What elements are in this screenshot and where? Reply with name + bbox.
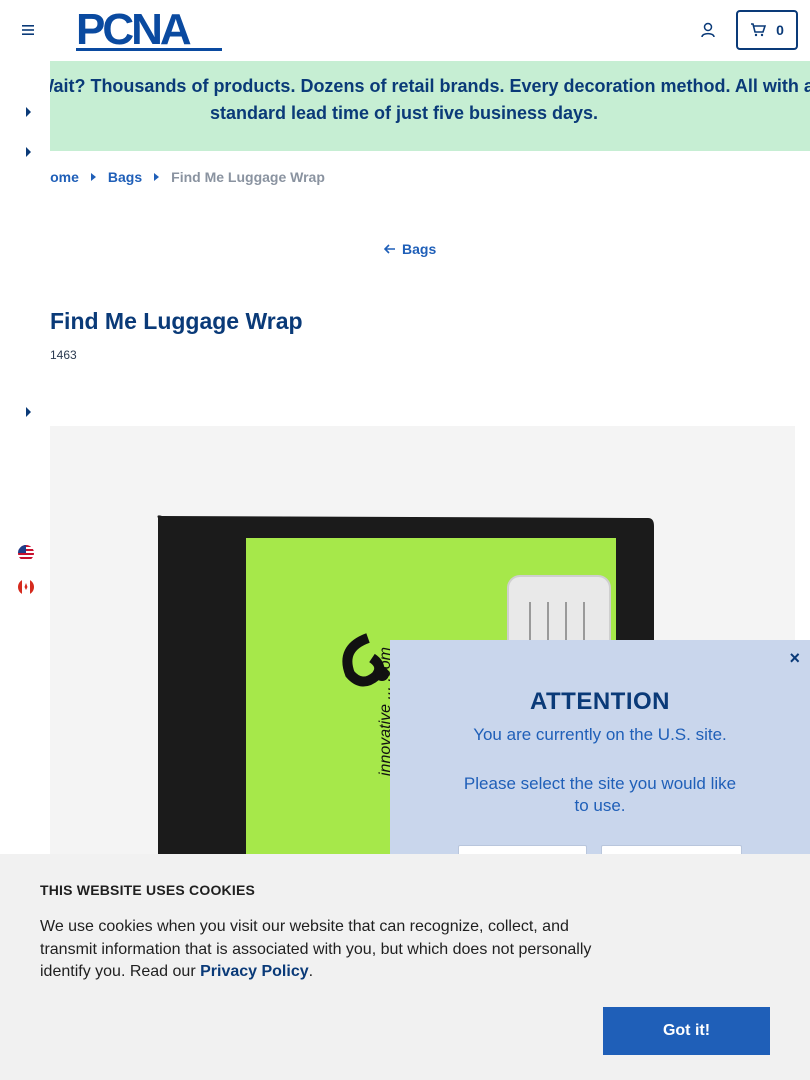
back-arrow-icon (384, 244, 395, 254)
cart-count: 0 (776, 22, 784, 38)
cart-icon (751, 23, 767, 37)
product-sku: 1463 (50, 348, 77, 362)
cart-button[interactable]: 0 (736, 10, 798, 50)
cookie-period: . (308, 963, 314, 980)
cookie-banner: THIS WEBSITE USES COOKIES We use cookies… (0, 854, 810, 1080)
promo-text: Why Wait? Thousands of products. Dozens … (0, 76, 810, 123)
rail-expand-icon[interactable] (26, 407, 31, 417)
us-flag-icon[interactable] (18, 545, 34, 561)
breadcrumb: Home Bags Find Me Luggage Wrap (40, 169, 325, 185)
pcna-logo[interactable]: PCNA (76, 5, 222, 54)
privacy-policy-link[interactable]: Privacy Policy (200, 963, 309, 980)
breadcrumb-separator-icon (154, 173, 160, 181)
account-icon[interactable] (699, 21, 717, 39)
cookie-text: We use cookies when you visit our websit… (40, 916, 610, 984)
site-selection-modal: × ATTENTION You are currently on the U.S… (390, 640, 810, 885)
rail-expand-icon[interactable] (26, 107, 31, 117)
cookie-title: THIS WEBSITE USES COOKIES (40, 882, 256, 898)
breadcrumb-separator-icon (90, 173, 96, 181)
logo-underline (76, 48, 222, 51)
breadcrumb-current: Find Me Luggage Wrap (171, 169, 325, 185)
product-title: Find Me Luggage Wrap (50, 308, 303, 334)
modal-title: ATTENTION (529, 688, 671, 715)
back-link-label: Bags (402, 241, 437, 257)
canada-flag-icon[interactable] (18, 579, 34, 595)
back-to-bags-link[interactable]: Bags (384, 241, 436, 257)
accept-cookies-button[interactable]: Got it! (603, 1007, 770, 1055)
breadcrumb-bags[interactable]: Bags (108, 169, 142, 185)
logo-text: PCNA (76, 5, 192, 54)
site-header: PCNA 0 (0, 0, 810, 61)
cookie-body: We use cookies when you visit our websit… (40, 918, 592, 980)
promo-banner: Why Wait? Thousands of products. Dozens … (0, 61, 810, 151)
modal-current-site-text: You are currently on the U.S. site. (473, 725, 727, 744)
hamburger-icon[interactable] (20, 22, 36, 38)
modal-select-site-text: Please select the site you would like to… (463, 774, 737, 815)
close-icon[interactable]: × (789, 648, 800, 669)
rail-expand-icon[interactable] (26, 147, 31, 157)
